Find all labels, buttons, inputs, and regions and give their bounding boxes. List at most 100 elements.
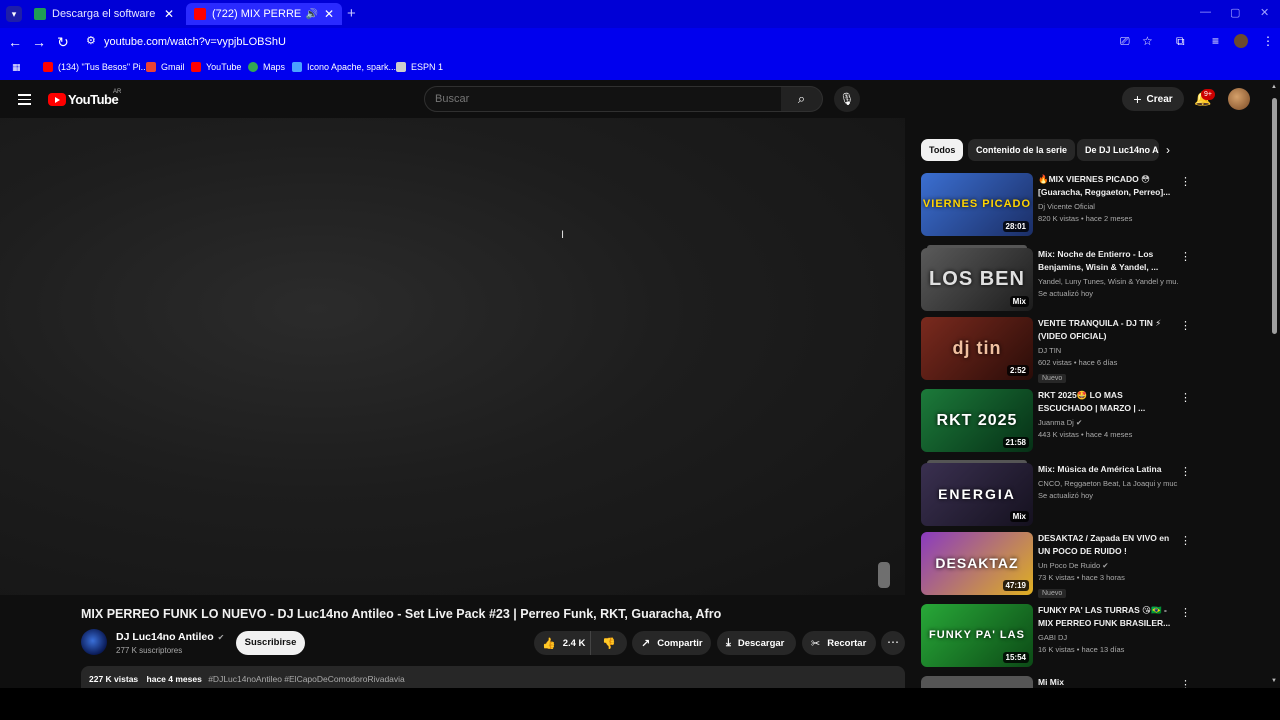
- reload-icon[interactable]: ↻: [54, 33, 72, 51]
- kebab-menu-icon[interactable]: ⋮: [1180, 319, 1191, 332]
- recommendation-item[interactable]: ENERGIA Mix Mix: Música de América Latin…: [921, 460, 1193, 527]
- kebab-menu-icon[interactable]: ⋮: [1180, 465, 1191, 478]
- recommendation-channel[interactable]: Un Poco De Ruido ✔: [1038, 561, 1178, 570]
- chip-todos[interactable]: Todos: [921, 139, 964, 161]
- bookmark-item[interactable]: (134) "Tus Besos" Pi...: [43, 62, 148, 72]
- recommendation-title[interactable]: Mix: Noche de Entierro - Los Benjamins, …: [1038, 248, 1178, 274]
- new-badge: Nuevo: [1038, 374, 1067, 383]
- bookmark-item[interactable]: YouTube: [191, 62, 241, 72]
- browser-profile-avatar[interactable]: [1234, 34, 1248, 48]
- close-window-icon[interactable]: ✕: [1260, 6, 1269, 19]
- forward-arrow-icon[interactable]: →: [30, 33, 48, 51]
- scroll-up-arrow-icon[interactable]: ▲: [1271, 84, 1277, 90]
- install-app-icon[interactable]: ⎚: [1120, 34, 1130, 49]
- clip-button[interactable]: ✂ Recortar: [802, 631, 876, 655]
- kebab-menu-icon[interactable]: ⋮: [1180, 175, 1191, 188]
- browser-tab-2[interactable]: (722) MIX PERREO FUNK LO NUEVO 🔊 ✕: [186, 3, 342, 25]
- close-icon[interactable]: ✕: [324, 7, 334, 21]
- chip-series-content[interactable]: Contenido de la serie: [968, 139, 1076, 161]
- extensions-icon[interactable]: ⧉: [1176, 34, 1185, 49]
- download-button[interactable]: ⤓ Descargar: [717, 631, 796, 655]
- video-thumbnail[interactable]: RKT 2025 21:58: [921, 389, 1033, 452]
- close-icon[interactable]: ✕: [164, 7, 174, 21]
- video-thumbnail[interactable]: VIERNES PICADO 28:01: [921, 173, 1033, 236]
- back-arrow-icon[interactable]: ←: [6, 33, 24, 51]
- video-thumbnail[interactable]: LOS BEN Mix: [921, 248, 1033, 311]
- recommendation-item[interactable]: Mi Mix ⋮: [921, 676, 1193, 688]
- video-thumbnail[interactable]: DESAKTAZ 47:19: [921, 532, 1033, 595]
- description-box[interactable]: 227 K vistas hace 4 meses #DJLuc14noAnti…: [81, 666, 905, 688]
- dislike-button[interactable]: 👎: [591, 637, 627, 650]
- recommendation-title[interactable]: FUNKY PA' LAS TURRAS 😘🇧🇷 - MIX PERREO FU…: [1038, 604, 1178, 630]
- recommendation-channel[interactable]: Dj Vicente Oficial: [1038, 202, 1178, 211]
- maximize-icon[interactable]: ▢: [1230, 6, 1240, 19]
- kebab-menu-icon[interactable]: ⋮: [1180, 534, 1191, 547]
- bookmark-item[interactable]: Gmail: [146, 62, 185, 72]
- new-tab-button[interactable]: +: [347, 5, 356, 22]
- search-button[interactable]: ⌕: [781, 86, 823, 112]
- bookmark-item[interactable]: ESPN 1: [396, 62, 443, 72]
- apps-grid-icon[interactable]: ▦: [12, 62, 21, 73]
- browser-menu-icon[interactable]: ⋮: [1262, 34, 1274, 48]
- kebab-menu-icon[interactable]: ⋮: [1180, 678, 1191, 688]
- page-scrollbar[interactable]: ▲ ▼: [1271, 80, 1278, 688]
- kebab-menu-icon[interactable]: ⋮: [1180, 391, 1191, 404]
- recommendation-item[interactable]: FUNKY PA' LAS 15:54 FUNKY PA' LAS TURRAS…: [921, 604, 1193, 668]
- share-button[interactable]: ↗ Compartir: [632, 631, 711, 655]
- recommendation-title[interactable]: VENTE TRANQUILA - DJ TIN ⚡ (VIDEO OFICIA…: [1038, 317, 1178, 343]
- bookmark-star-icon[interactable]: ☆: [1142, 34, 1153, 48]
- site-settings-icon[interactable]: ⚙: [86, 34, 96, 47]
- hamburger-menu-icon[interactable]: [18, 94, 31, 105]
- channel-avatar[interactable]: [81, 629, 107, 655]
- media-control-icon[interactable]: ≡: [1212, 34, 1219, 48]
- subscribe-button[interactable]: Suscribirse: [236, 631, 305, 655]
- account-avatar[interactable]: [1228, 88, 1250, 110]
- bookmark-item[interactable]: Maps: [248, 62, 285, 72]
- recommendation-item[interactable]: DESAKTAZ 47:19 DESAKTA2 / Zapada EN VIVO…: [921, 532, 1193, 598]
- chip-from-channel[interactable]: De DJ Luc14no A: [1077, 139, 1159, 161]
- search-input[interactable]: [435, 93, 765, 105]
- recommendation-title[interactable]: 🔥MIX VIERNES PICADO 😳 [Guaracha, Reggaet…: [1038, 173, 1178, 199]
- address-bar[interactable]: ⚙ youtube.com/watch?v=vypjbLOBShU: [82, 31, 1162, 53]
- scrollbar-thumb[interactable]: [1272, 98, 1277, 334]
- video-thumbnail[interactable]: FUNKY PA' LAS 15:54: [921, 604, 1033, 667]
- kebab-menu-icon[interactable]: ⋮: [1180, 250, 1191, 263]
- minimize-icon[interactable]: —: [1200, 6, 1211, 18]
- recommendation-item[interactable]: LOS BEN Mix Mix: Noche de Entierro - Los…: [921, 245, 1193, 312]
- recommendation-item[interactable]: dj tin 2:52 VENTE TRANQUILA - DJ TIN ⚡ (…: [921, 317, 1193, 383]
- youtube-logo[interactable]: YouTube AR: [48, 89, 121, 107]
- scroll-down-arrow-icon[interactable]: ▼: [1271, 678, 1277, 684]
- search-field[interactable]: [424, 86, 782, 112]
- recommendation-channel[interactable]: DJ TIN: [1038, 346, 1178, 355]
- recommendation-item[interactable]: RKT 2025 21:58 RKT 2025🤩 LO MAS ESCUCHAD…: [921, 389, 1193, 453]
- url-text[interactable]: youtube.com/watch?v=vypjbLOBShU: [104, 36, 286, 48]
- video-thumbnail[interactable]: ENERGIA Mix: [921, 463, 1033, 526]
- video-thumbnail[interactable]: [921, 676, 1033, 688]
- more-actions-icon[interactable]: ⋯: [881, 631, 905, 655]
- browser-tab-1[interactable]: Descarga el software y el servicio ✕: [26, 3, 182, 25]
- recommendation-channel[interactable]: GABI DJ: [1038, 633, 1178, 642]
- like-button[interactable]: 👍 2.4 K: [534, 631, 591, 655]
- channel-name[interactable]: DJ Luc14no Antileo ✔: [116, 631, 224, 643]
- recommendation-title[interactable]: DESAKTA2 / Zapada EN VIVO en UN POCO DE …: [1038, 532, 1178, 558]
- kebab-menu-icon[interactable]: ⋮: [1180, 606, 1191, 619]
- recommendation-info: RKT 2025🤩 LO MAS ESCUCHADO | MARZO | ...…: [1038, 389, 1178, 439]
- recommendation-item[interactable]: VIERNES PICADO 28:01 🔥MIX VIERNES PICADO…: [921, 173, 1193, 237]
- tab-search-icon[interactable]: ▾: [6, 6, 22, 22]
- chevron-right-icon[interactable]: ›: [1166, 143, 1170, 157]
- recommendation-channel[interactable]: Juanma Dj ✔: [1038, 418, 1178, 427]
- recommendation-title[interactable]: RKT 2025🤩 LO MAS ESCUCHADO | MARZO | ...: [1038, 389, 1178, 415]
- recommendation-channel[interactable]: Yandel, Luny Tunes, Wisin & Yandel y mu.…: [1038, 277, 1178, 286]
- create-button[interactable]: + Crear: [1122, 87, 1184, 111]
- video-thumbnail[interactable]: dj tin 2:52: [921, 317, 1033, 380]
- search-icon: ⌕: [797, 91, 806, 106]
- hashtags[interactable]: #DJLuc14noAntileo #ElCapoDeComodoroRivad…: [208, 674, 405, 684]
- video-player[interactable]: I: [0, 118, 905, 595]
- recommendation-channel[interactable]: CNCO, Reggaeton Beat, La Joaqui y muc...: [1038, 479, 1178, 488]
- voice-search-button[interactable]: 🎙: [834, 86, 860, 112]
- view-count: 227 K vistas: [89, 674, 139, 684]
- recommendation-title[interactable]: Mix: Música de América Latina: [1038, 463, 1178, 476]
- recommendation-title[interactable]: Mi Mix: [1038, 676, 1178, 688]
- bookmark-item[interactable]: Icono Apache, spark...: [292, 62, 396, 72]
- speaker-icon[interactable]: 🔊: [305, 9, 317, 20]
